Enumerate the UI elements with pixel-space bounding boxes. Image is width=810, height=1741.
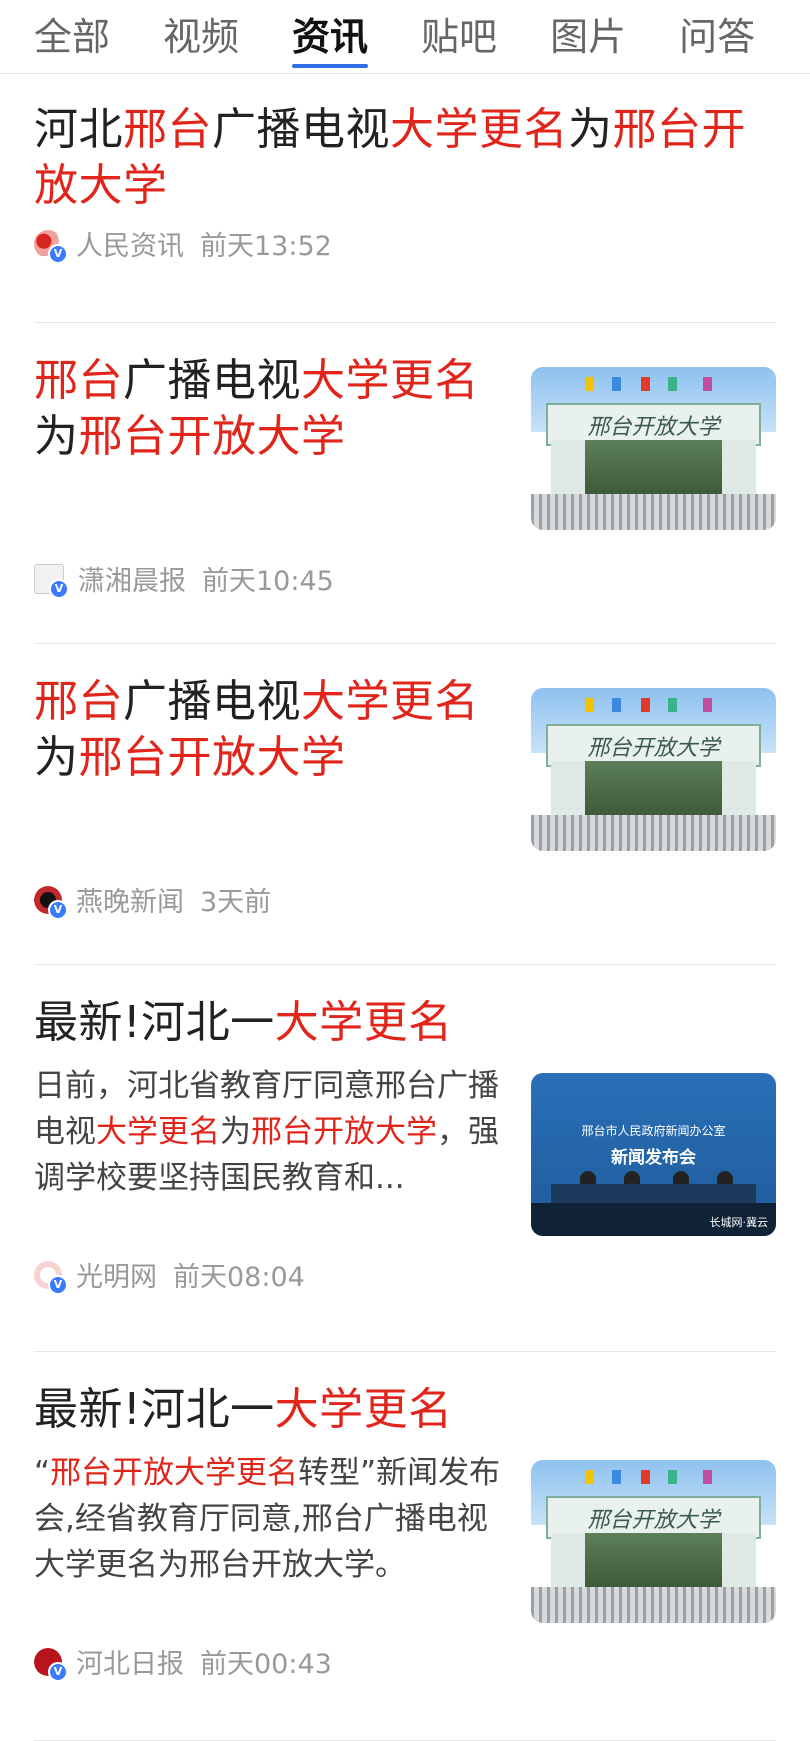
news-title[interactable]: 邢台广播电视大学更名为邢台开放大学: [34, 674, 504, 786]
news-thumbnail[interactable]: 邢台开放大学: [531, 688, 776, 851]
keyword-highlight: 大学更名: [301, 355, 479, 406]
news-card[interactable]: 邢台广播电视大学更名为邢台开放大学 邢台开放大学 V 潇湘晨报 前天10:45: [34, 323, 776, 644]
text-segment: 为: [34, 732, 79, 783]
tab-news[interactable]: 资讯: [292, 0, 369, 68]
thumbnail-text: 邢台市人民政府新闻办公室: [581, 1123, 726, 1138]
news-time: 前天13:52: [200, 231, 332, 262]
news-source: 燕晚新闻: [76, 887, 184, 918]
news-source: 河北日报: [76, 1649, 184, 1680]
news-card[interactable]: 邢台广播电视大学更名为邢台开放大学 邢台开放大学 V 燕晚新闻 3天前: [34, 644, 776, 965]
keyword-highlight: 大学更名: [390, 104, 568, 155]
text-segment: 最新!河北一: [34, 997, 275, 1048]
text-segment: 广播电视: [123, 355, 301, 406]
news-source: 光明网: [76, 1262, 157, 1293]
keyword-highlight: 邢台开放大学: [78, 732, 346, 783]
news-snippet: “邢台开放大学更名转型”新闻发布会,经省教育厅同意,邢台广播电视大学更名为邢台开…: [34, 1450, 516, 1588]
thumbnail-text: 邢台开放大学: [587, 415, 720, 441]
text-segment: 为: [34, 411, 79, 462]
news-time: 3天前: [200, 887, 272, 918]
keyword-highlight: 邢台: [123, 104, 212, 155]
verified-badge-icon: V: [48, 1661, 68, 1682]
news-meta: V 燕晚新闻 3天前: [34, 880, 272, 920]
thumbnail-text: 新闻发布会: [611, 1148, 696, 1169]
source-logo-icon: V: [34, 229, 68, 264]
text-segment: “: [34, 1455, 51, 1491]
keyword-highlight: 邢台开放大学更名: [50, 1455, 299, 1491]
news-thumbnail[interactable]: 邢台开放大学: [531, 367, 776, 530]
news-thumbnail[interactable]: 邢台开放大学: [531, 1460, 776, 1623]
verified-badge-icon: V: [49, 578, 69, 599]
text-segment: 最新!河北一: [34, 1384, 275, 1435]
tab-tieba[interactable]: 贴吧: [421, 0, 497, 68]
tab-images[interactable]: 图片: [550, 0, 626, 68]
text-segment: 为: [220, 1114, 251, 1150]
news-source: 潇湘晨报: [78, 566, 186, 597]
source-logo-icon: V: [34, 563, 69, 599]
text-segment: 广播电视: [123, 676, 301, 727]
news-title[interactable]: 最新!河北一大学更名: [34, 1382, 776, 1438]
tab-video[interactable]: 视频: [163, 0, 239, 68]
thumbnail-text: 邢台开放大学: [587, 736, 720, 762]
news-source: 人民资讯: [76, 231, 184, 262]
news-card[interactable]: 最新!河北一大学更名 “邢台开放大学更名转型”新闻发布会,经省教育厅同意,邢台广…: [34, 1352, 776, 1741]
news-meta: V 光明网 前天08:04: [34, 1255, 305, 1295]
news-time: 前天00:43: [200, 1649, 332, 1680]
news-time: 前天08:04: [173, 1262, 305, 1293]
news-thumbnail[interactable]: 邢台市人民政府新闻办公室 新闻发布会 长城网·冀云: [531, 1073, 776, 1236]
keyword-highlight: 邢台: [34, 676, 123, 727]
news-title[interactable]: 河北邢台广播电视大学更名为邢台开放大学: [34, 102, 776, 214]
news-meta: V 河北日报 前天00:43: [34, 1642, 332, 1682]
source-logo-icon: V: [34, 885, 68, 920]
news-card[interactable]: 河北邢台广播电视大学更名为邢台开放大学 V 人民资讯 前天13:52: [34, 74, 776, 323]
tab-qa[interactable]: 问答: [679, 0, 755, 68]
news-meta: V 潇湘晨报 前天10:45: [34, 559, 334, 599]
news-title[interactable]: 邢台广播电视大学更名为邢台开放大学: [34, 353, 504, 465]
tab-all[interactable]: 全部: [34, 0, 110, 68]
keyword-highlight: 邢台开放大学: [251, 1114, 437, 1150]
keyword-highlight: 大学更名: [274, 1384, 453, 1435]
text-segment: 广播电视: [212, 104, 390, 155]
news-meta: V 人民资讯 前天13:52: [34, 224, 332, 264]
keyword-highlight: 邢台: [34, 355, 123, 406]
keyword-highlight: 大学更名: [274, 997, 453, 1048]
verified-badge-icon: V: [48, 899, 68, 920]
thumbnail-text: 邢台开放大学: [587, 1508, 720, 1534]
keyword-highlight: 大学更名: [96, 1114, 220, 1150]
text-segment: 河北: [34, 104, 123, 155]
news-card[interactable]: 最新!河北一大学更名 日前，河北省教育厅同意邢台广播电视大学更名为邢台开放大学，…: [34, 965, 776, 1352]
verified-badge-icon: V: [48, 1274, 68, 1295]
tabs-fade: [774, 0, 810, 72]
source-logo-icon: V: [34, 1260, 68, 1295]
thumbnail-watermark: 长城网·冀云: [709, 1216, 769, 1229]
category-tabs: 全部 视频 资讯 贴吧 图片 问答 文库: [0, 0, 810, 74]
keyword-highlight: 邢台开放大学: [78, 411, 346, 462]
news-title[interactable]: 最新!河北一大学更名: [34, 995, 776, 1051]
verified-badge-icon: V: [48, 243, 68, 264]
news-snippet: 日前，河北省教育厅同意邢台广播电视大学更名为邢台开放大学，强调学校要坚持国民教育…: [34, 1063, 516, 1201]
source-logo-icon: V: [34, 1647, 68, 1682]
news-time: 前天10:45: [202, 566, 334, 597]
keyword-highlight: 大学更名: [301, 676, 479, 727]
text-segment: 为: [568, 104, 613, 155]
